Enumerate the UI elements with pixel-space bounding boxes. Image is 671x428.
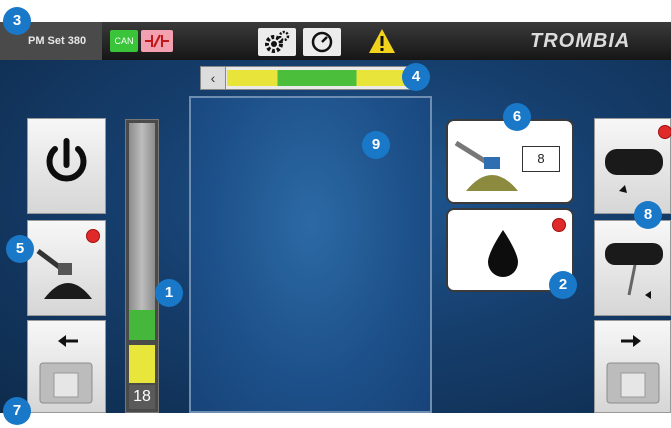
top-bar: PM Set 380 CAN TROMBIA [0,22,671,60]
main-view-panel [189,96,432,413]
level-gauge-yellow-zone [129,345,155,383]
callout-5: 5 [6,235,34,263]
brand-logo: TROMBIA [530,30,631,52]
level-gauge-range [129,123,155,323]
callout-7: 7 [3,397,31,425]
position-slider[interactable]: ‹ [200,66,415,90]
tilt-back-button[interactable] [594,118,671,214]
slider-left-button[interactable]: ‹ [201,67,226,89]
tilt-alert-dot [658,125,671,139]
machine-screen: PM Set 380 CAN TROMBIA ‹ 18 8 [0,22,671,413]
disconnected-icon [141,30,173,52]
move-left-icon [39,335,93,404]
move-right-button[interactable] [594,320,671,413]
tool-card[interactable]: 8 [446,119,574,204]
level-gauge: 18 [125,119,159,413]
tool-value: 8 [522,146,560,172]
callout-1: 1 [155,279,183,307]
level-gauge-value: 18 [129,385,155,409]
callout-6: 6 [503,103,531,131]
move-left-button[interactable] [27,320,106,413]
warning-icon [367,27,397,60]
brush-alert-dot [86,229,100,243]
tilt-forward-button[interactable] [594,220,671,316]
settings-gears-icon[interactable] [258,28,296,56]
tilt-forward-icon [605,243,663,299]
can-status-badge: CAN [110,30,138,52]
speedometer-icon[interactable] [303,28,341,56]
callout-3: 3 [3,7,31,35]
brush-button[interactable] [27,220,106,316]
callout-8: 8 [634,201,662,229]
callout-4: 4 [402,63,430,91]
move-right-icon [606,335,660,404]
power-icon [46,138,87,182]
oil-alert-dot [552,218,566,232]
power-button[interactable] [27,118,106,214]
callout-2: 2 [549,271,577,299]
callout-9: 9 [362,131,390,159]
level-gauge-green-zone [129,310,155,340]
slider-track[interactable] [227,70,407,86]
